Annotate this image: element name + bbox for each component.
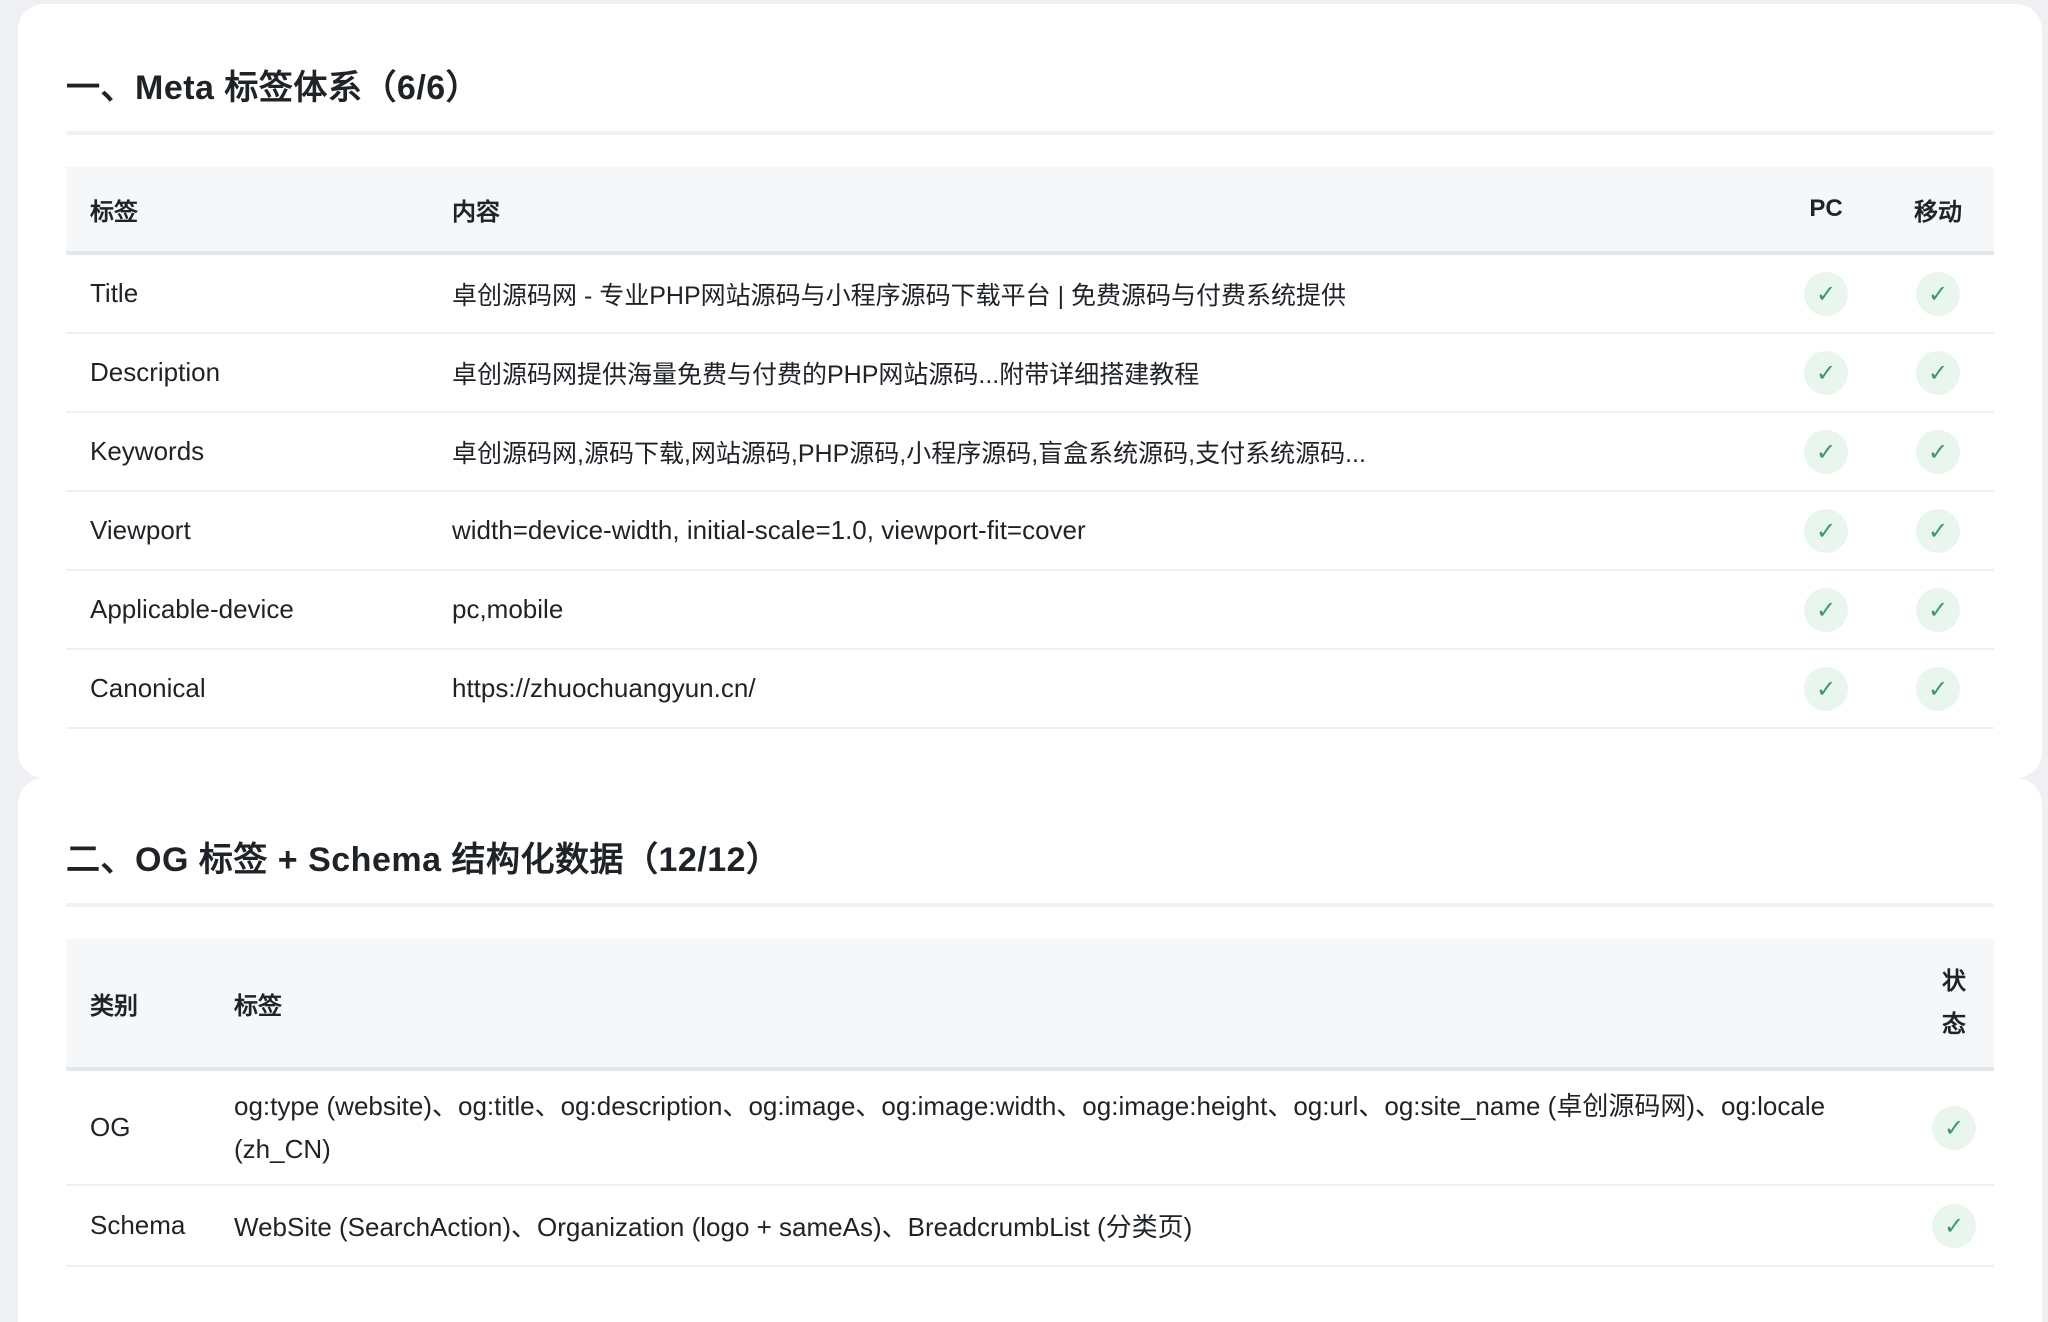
section-divider (66, 131, 1994, 135)
column-header-content: 内容 (428, 167, 1770, 255)
tag-content: 卓创源码网提供海量免费与付费的PHP网站源码...附带详细搭建教程 (428, 333, 1770, 413)
table-row: Schema WebSite (SearchAction)、Organizati… (66, 1185, 1994, 1267)
tag-content: 卓创源码网,源码下载,网站源码,PHP源码,小程序源码,盲盒系统源码,支付系统源… (428, 412, 1770, 492)
check-icon: ✓ (1804, 271, 1848, 316)
table-header-row: 标签 内容 PC 移动 (66, 167, 1994, 255)
column-header-mobile: 移动 (1882, 167, 1994, 255)
meta-tags-card: 一、Meta 标签体系（6/6） 标签 内容 PC 移动 Title 卓创源码网… (18, 4, 2042, 778)
tag-name: Title (66, 253, 428, 334)
og-section-title: 二、OG 标签 + Schema 结构化数据（12/12） (66, 841, 781, 879)
category-name: OG (66, 1069, 210, 1186)
status-header-line1: 状 (1942, 968, 1966, 995)
column-header-tags: 标签 (210, 939, 1914, 1071)
tag-content: width=device-width, initial-scale=1.0, v… (428, 491, 1770, 571)
category-name: Schema (66, 1185, 210, 1267)
check-icon: ✓ (1916, 666, 1960, 711)
check-icon: ✓ (1804, 508, 1848, 553)
og-schema-table: 类别 标签 状 态 OG og:type (website)、og:title、… (66, 939, 1994, 1267)
tag-name: Keywords (66, 412, 428, 492)
table-row: Keywords 卓创源码网,源码下载,网站源码,PHP源码,小程序源码,盲盒系… (66, 412, 1994, 492)
column-header-tag: 标签 (66, 167, 428, 255)
tag-name: Applicable-device (66, 570, 428, 650)
tag-list: og:type (website)、og:title、og:descriptio… (210, 1069, 1914, 1186)
tag-content: pc,mobile (428, 570, 1770, 650)
check-icon: ✓ (1916, 350, 1960, 395)
check-icon: ✓ (1932, 1105, 1976, 1150)
check-icon: ✓ (1932, 1203, 1976, 1248)
check-icon: ✓ (1916, 429, 1960, 474)
column-header-status: 状 态 (1914, 939, 1994, 1071)
meta-tags-table: 标签 内容 PC 移动 Title 卓创源码网 - 专业PHP网站源码与小程序源… (66, 167, 1994, 729)
table-row: Title 卓创源码网 - 专业PHP网站源码与小程序源码下载平台 | 免费源码… (66, 253, 1994, 334)
check-icon: ✓ (1916, 508, 1960, 553)
table-row: Description 卓创源码网提供海量免费与付费的PHP网站源码...附带详… (66, 333, 1994, 413)
check-icon: ✓ (1804, 350, 1848, 395)
check-icon: ✓ (1804, 666, 1848, 711)
table-row: Canonical https://zhuochuangyun.cn/ ✓ ✓ (66, 649, 1994, 729)
tag-name: Canonical (66, 649, 428, 729)
table-row: Applicable-device pc,mobile ✓ ✓ (66, 570, 1994, 650)
table-row: OG og:type (website)、og:title、og:descrip… (66, 1069, 1994, 1186)
og-schema-card: 二、OG 标签 + Schema 结构化数据（12/12） 类别 标签 状 态 … (18, 778, 2042, 1322)
column-header-pc: PC (1770, 167, 1882, 255)
check-icon: ✓ (1804, 587, 1848, 632)
column-header-category: 类别 (66, 939, 210, 1071)
meta-section-title: 一、Meta 标签体系（6/6） (66, 69, 481, 107)
table-row: Viewport width=device-width, initial-sca… (66, 491, 1994, 571)
tag-content: https://zhuochuangyun.cn/ (428, 649, 1770, 729)
tag-name: Viewport (66, 491, 428, 571)
check-icon: ✓ (1804, 429, 1848, 474)
tag-content: 卓创源码网 - 专业PHP网站源码与小程序源码下载平台 | 免费源码与付费系统提… (428, 253, 1770, 334)
check-icon: ✓ (1916, 271, 1960, 316)
section-divider (66, 903, 1994, 907)
check-icon: ✓ (1916, 587, 1960, 632)
table-header-row: 类别 标签 状 态 (66, 939, 1994, 1071)
status-header-line2: 态 (1942, 1011, 1966, 1038)
tag-name: Description (66, 333, 428, 413)
tag-list: WebSite (SearchAction)、Organization (log… (210, 1185, 1914, 1267)
